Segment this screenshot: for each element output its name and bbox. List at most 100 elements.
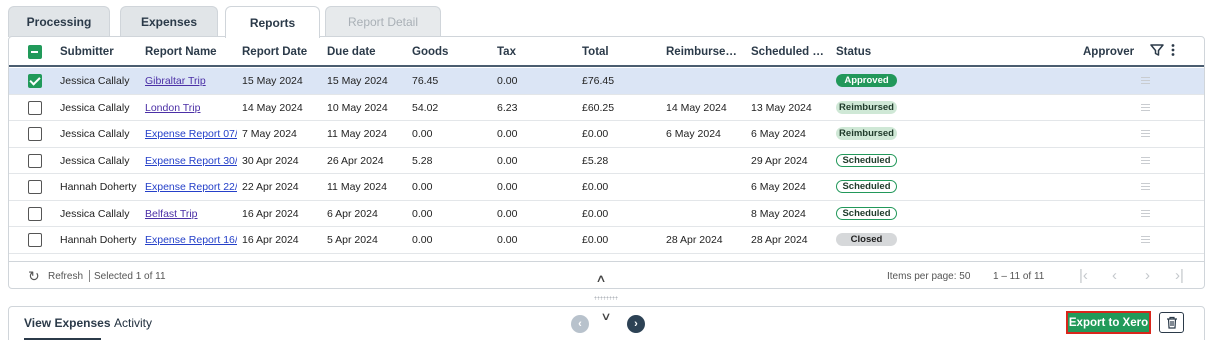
tab-activity[interactable]: Activity <box>114 316 152 330</box>
resize-grip-icon[interactable] <box>594 296 618 300</box>
export-to-xero-button[interactable]: Export to Xero <box>1066 311 1151 334</box>
page-range: 1 – 11 of 11 <box>993 271 1045 282</box>
col-approver[interactable]: Approver <box>1083 46 1134 58</box>
cell-submitter: Jessica Callaly <box>60 101 130 114</box>
col-scheduled[interactable]: Scheduled … <box>751 46 824 58</box>
cell-tax: 0.00 <box>497 128 518 140</box>
cell-tax: 6.23 <box>497 101 518 114</box>
selection-count: Selected 1 of 11 <box>94 271 166 282</box>
prev-page-icon[interactable]: ‹ <box>1112 267 1117 284</box>
status-badge: Reimbursed <box>836 100 897 114</box>
table-row[interactable]: Jessica Callaly Expense Report 30/… 30 Apr… <box>9 148 1204 174</box>
notes-icon[interactable] <box>1141 103 1150 112</box>
report-name-link[interactable]: London Trip <box>145 102 237 114</box>
tab-report-detail[interactable]: Report Detail <box>325 6 441 37</box>
table-row[interactable]: Jessica Callaly London Trip 14 May 2024 10 … <box>9 95 1204 121</box>
status-badge: Scheduled <box>836 153 897 167</box>
notes-icon[interactable] <box>1141 156 1150 165</box>
row-checkbox[interactable] <box>28 127 42 141</box>
cell-scheduled: 8 May 2024 <box>751 207 806 220</box>
cell-report-date: 15 May 2024 <box>242 75 303 87</box>
chevron-up-icon[interactable]: ∧ <box>595 272 606 285</box>
first-page-icon[interactable]: |‹ <box>1079 267 1088 284</box>
col-total[interactable]: Total <box>582 46 609 58</box>
cell-submitter: Jessica Callaly <box>60 75 130 87</box>
cell-submitter: Jessica Callaly <box>60 128 130 140</box>
select-all-checkbox[interactable] <box>28 45 42 59</box>
col-report-date[interactable]: Report Date <box>242 46 307 58</box>
report-name-link[interactable]: Expense Report 30/… <box>145 155 237 167</box>
status-badge: Scheduled <box>836 180 897 193</box>
cell-total: £0.00 <box>582 234 609 246</box>
notes-icon[interactable] <box>1141 236 1150 244</box>
report-name-link[interactable]: Expense Report 16/… <box>145 234 237 246</box>
notes-icon[interactable] <box>1141 183 1150 191</box>
col-due-date[interactable]: Due date <box>327 46 376 58</box>
report-tabs: Processing Expenses Reports Report Detai… <box>8 6 1198 38</box>
col-tax[interactable]: Tax <box>497 46 516 58</box>
cell-tax: 0.00 <box>497 75 518 87</box>
cell-due-date: 11 May 2024 <box>327 181 387 193</box>
cell-report-date: 30 Apr 2024 <box>242 154 299 167</box>
last-page-icon[interactable]: ›| <box>1175 267 1184 284</box>
cell-goods: 0.00 <box>412 181 433 193</box>
row-checkbox[interactable] <box>28 74 42 88</box>
status-badge: Scheduled <box>836 206 897 220</box>
col-submitter[interactable]: Submitter <box>60 46 114 58</box>
table-row[interactable]: Jessica Callaly Expense Report 07/… 7 May … <box>9 121 1204 148</box>
tab-expenses[interactable]: Expenses <box>120 6 218 37</box>
row-checkbox[interactable] <box>28 153 42 168</box>
cell-submitter: Hannah Doherty <box>60 181 137 193</box>
cell-reimbursed: 6 May 2024 <box>666 128 721 140</box>
items-per-page[interactable]: Items per page: 50 <box>887 271 970 282</box>
table-row[interactable]: Jessica Callaly Belfast Trip 16 Apr 2024 6 … <box>9 201 1204 227</box>
table-row[interactable]: Hannah Doherty Expense Report 22/… 22 Apr … <box>9 174 1204 201</box>
filter-icon[interactable] <box>1150 43 1164 62</box>
refresh-button[interactable]: Refresh <box>48 271 83 282</box>
row-checkbox[interactable] <box>28 180 42 194</box>
cell-goods: 76.45 <box>412 75 439 87</box>
report-name-link[interactable]: Expense Report 07/… <box>145 128 237 140</box>
delete-button[interactable] <box>1159 312 1184 333</box>
col-status[interactable]: Status <box>836 46 871 58</box>
cell-report-date: 16 Apr 2024 <box>242 207 299 220</box>
more-vert-icon[interactable] <box>1170 43 1176 62</box>
col-reimbursed[interactable]: Reimburse… <box>666 46 737 58</box>
refresh-icon[interactable]: ↻ <box>28 268 40 285</box>
next-report-icon[interactable]: › <box>627 315 645 333</box>
cell-total: £5.28 <box>582 154 609 167</box>
cell-scheduled: 13 May 2024 <box>751 101 812 114</box>
col-report-name[interactable]: Report Name <box>145 46 217 58</box>
row-checkbox[interactable] <box>28 233 42 247</box>
report-name-link[interactable]: Belfast Trip <box>145 208 237 220</box>
next-page-icon[interactable]: › <box>1145 267 1150 284</box>
report-name-link[interactable]: Expense Report 22/… <box>145 181 237 193</box>
cell-due-date: 10 May 2024 <box>327 101 388 114</box>
col-goods[interactable]: Goods <box>412 46 448 58</box>
previous-report-icon[interactable]: ‹ <box>571 315 589 333</box>
report-name-link[interactable]: Gibraltar Trip <box>145 75 237 87</box>
notes-icon[interactable] <box>1141 209 1150 218</box>
cell-goods: 0.00 <box>412 128 433 140</box>
notes-icon[interactable] <box>1141 77 1150 85</box>
trash-icon <box>1166 316 1177 329</box>
tab-reports[interactable]: Reports <box>225 6 320 38</box>
row-checkbox[interactable] <box>28 206 42 221</box>
reports-grid: Submitter Report Name Report Date Due da… <box>8 36 1205 289</box>
divider <box>89 270 90 282</box>
table-row[interactable]: Jessica Callaly Gibraltar Trip 15 May 2024… <box>9 68 1204 95</box>
cell-total: £0.00 <box>582 181 609 193</box>
chevron-down-icon[interactable]: ∨ <box>600 310 611 323</box>
status-badge: Reimbursed <box>836 127 897 140</box>
cell-due-date: 11 May 2024 <box>327 128 387 140</box>
notes-icon[interactable] <box>1141 130 1150 138</box>
cell-due-date: 15 May 2024 <box>327 75 388 87</box>
row-checkbox[interactable] <box>28 100 42 115</box>
table-row[interactable]: Hannah Doherty Expense Report 16/… 16 Apr … <box>9 227 1204 254</box>
cell-tax: 0.00 <box>497 234 518 246</box>
cell-goods: 5.28 <box>412 154 433 167</box>
tab-processing[interactable]: Processing <box>8 6 110 37</box>
cell-submitter: Hannah Doherty <box>60 234 137 246</box>
tab-view-expenses[interactable]: View Expenses <box>24 316 111 330</box>
cell-report-date: 16 Apr 2024 <box>242 234 299 246</box>
